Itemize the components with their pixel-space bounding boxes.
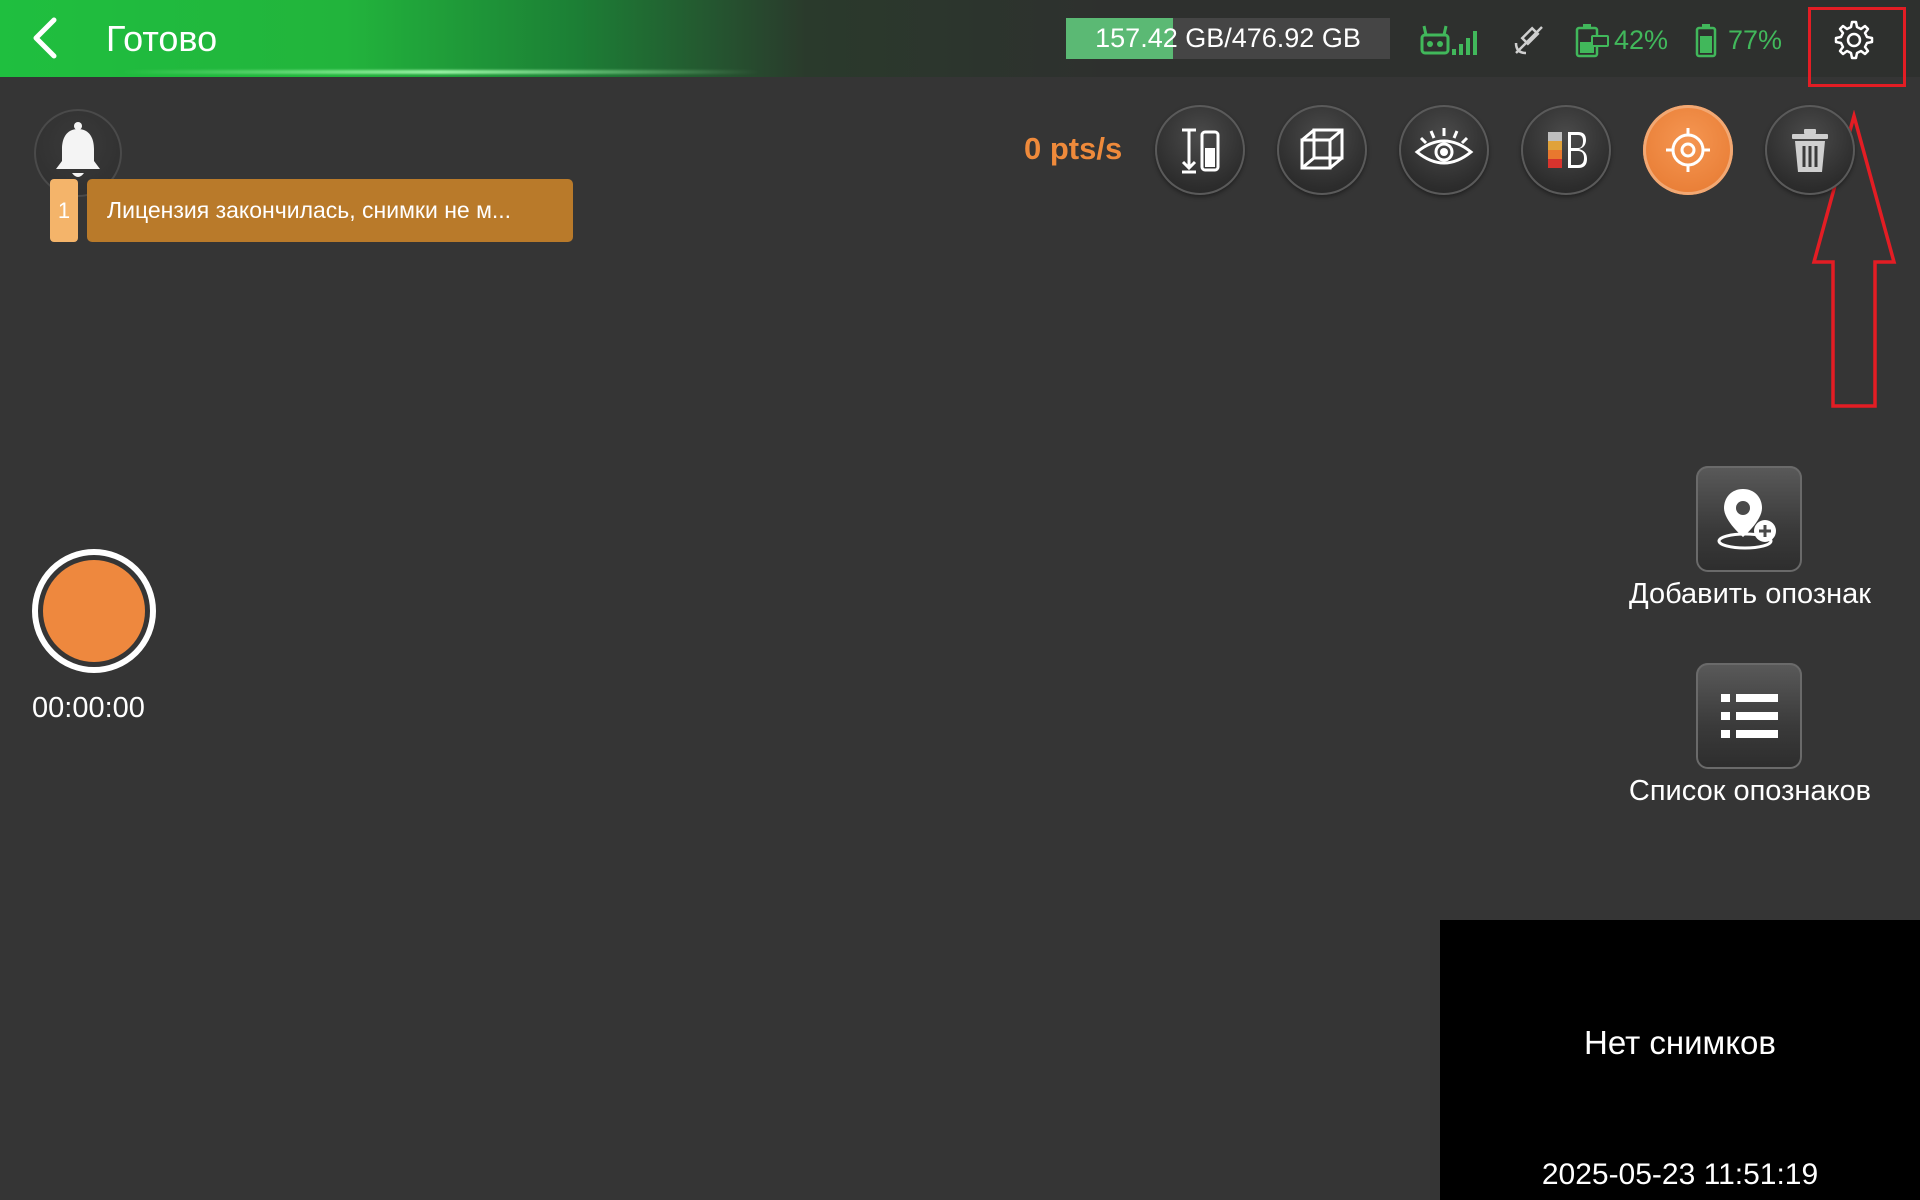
height-adjust-button[interactable] (1155, 105, 1245, 195)
license-expired-notification[interactable]: Лицензия закончилась, снимки не м... (87, 179, 573, 242)
remote-controller-signal-icon (1420, 25, 1477, 55)
device-battery-value: 42% (1614, 24, 1669, 55)
add-marker-button[interactable] (1696, 466, 1802, 572)
delete-button[interactable] (1765, 105, 1855, 195)
record-button[interactable] (32, 549, 156, 673)
eye-view-button[interactable] (1399, 105, 1489, 195)
controller-signal-status (1420, 20, 1482, 60)
add-marker-pin-icon (1717, 489, 1776, 550)
points-rate: 0 pts/s (1024, 131, 1123, 166)
trash-icon (1792, 129, 1828, 172)
device-battery-status: 42% (1574, 20, 1668, 60)
back-button[interactable] (26, 16, 66, 60)
top-bar-glow (120, 70, 760, 74)
snapshot-timestamp: 2025-05-23 11:51:19 (1541, 1158, 1819, 1191)
page-title: Готово (106, 18, 218, 59)
add-marker-label: Добавить опознак (1629, 578, 1871, 610)
color-mode-icon (1548, 132, 1587, 168)
storage-indicator: 157.42 GB/476.92 GB (1066, 18, 1390, 59)
marker-list-label: Список опознаков (1628, 775, 1872, 807)
recording-timer: 00:00:00 (32, 692, 145, 724)
target-locate-button[interactable] (1643, 105, 1733, 195)
notification-count-badge: 1 (50, 179, 78, 242)
satellite-status (1512, 20, 1546, 60)
height-adjust-icon (1181, 128, 1220, 174)
no-snapshots-text: Нет снимков (1584, 1024, 1776, 1061)
eye-view-icon (1414, 128, 1474, 165)
cube-view-button[interactable] (1277, 105, 1367, 195)
marker-list-button[interactable] (1696, 663, 1802, 769)
target-locate-icon (1666, 128, 1710, 172)
settings-highlight-box (1808, 7, 1906, 87)
record-icon (43, 560, 145, 662)
battery-icon (1695, 24, 1717, 58)
device-battery-icon (1575, 24, 1609, 58)
chevron-left-icon (33, 17, 57, 59)
snapshot-preview-panel[interactable]: Нет снимков 2025-05-23 11:51:19 (1440, 920, 1920, 1200)
color-mode-button[interactable] (1521, 105, 1611, 195)
battery-value: 77% (1728, 24, 1783, 55)
battery-status: 77% (1694, 20, 1782, 60)
list-icon (1721, 694, 1778, 738)
satellite-off-icon (1514, 26, 1543, 55)
storage-text: 157.42 GB/476.92 GB (1095, 23, 1361, 53)
cube-view-icon (1300, 128, 1344, 170)
